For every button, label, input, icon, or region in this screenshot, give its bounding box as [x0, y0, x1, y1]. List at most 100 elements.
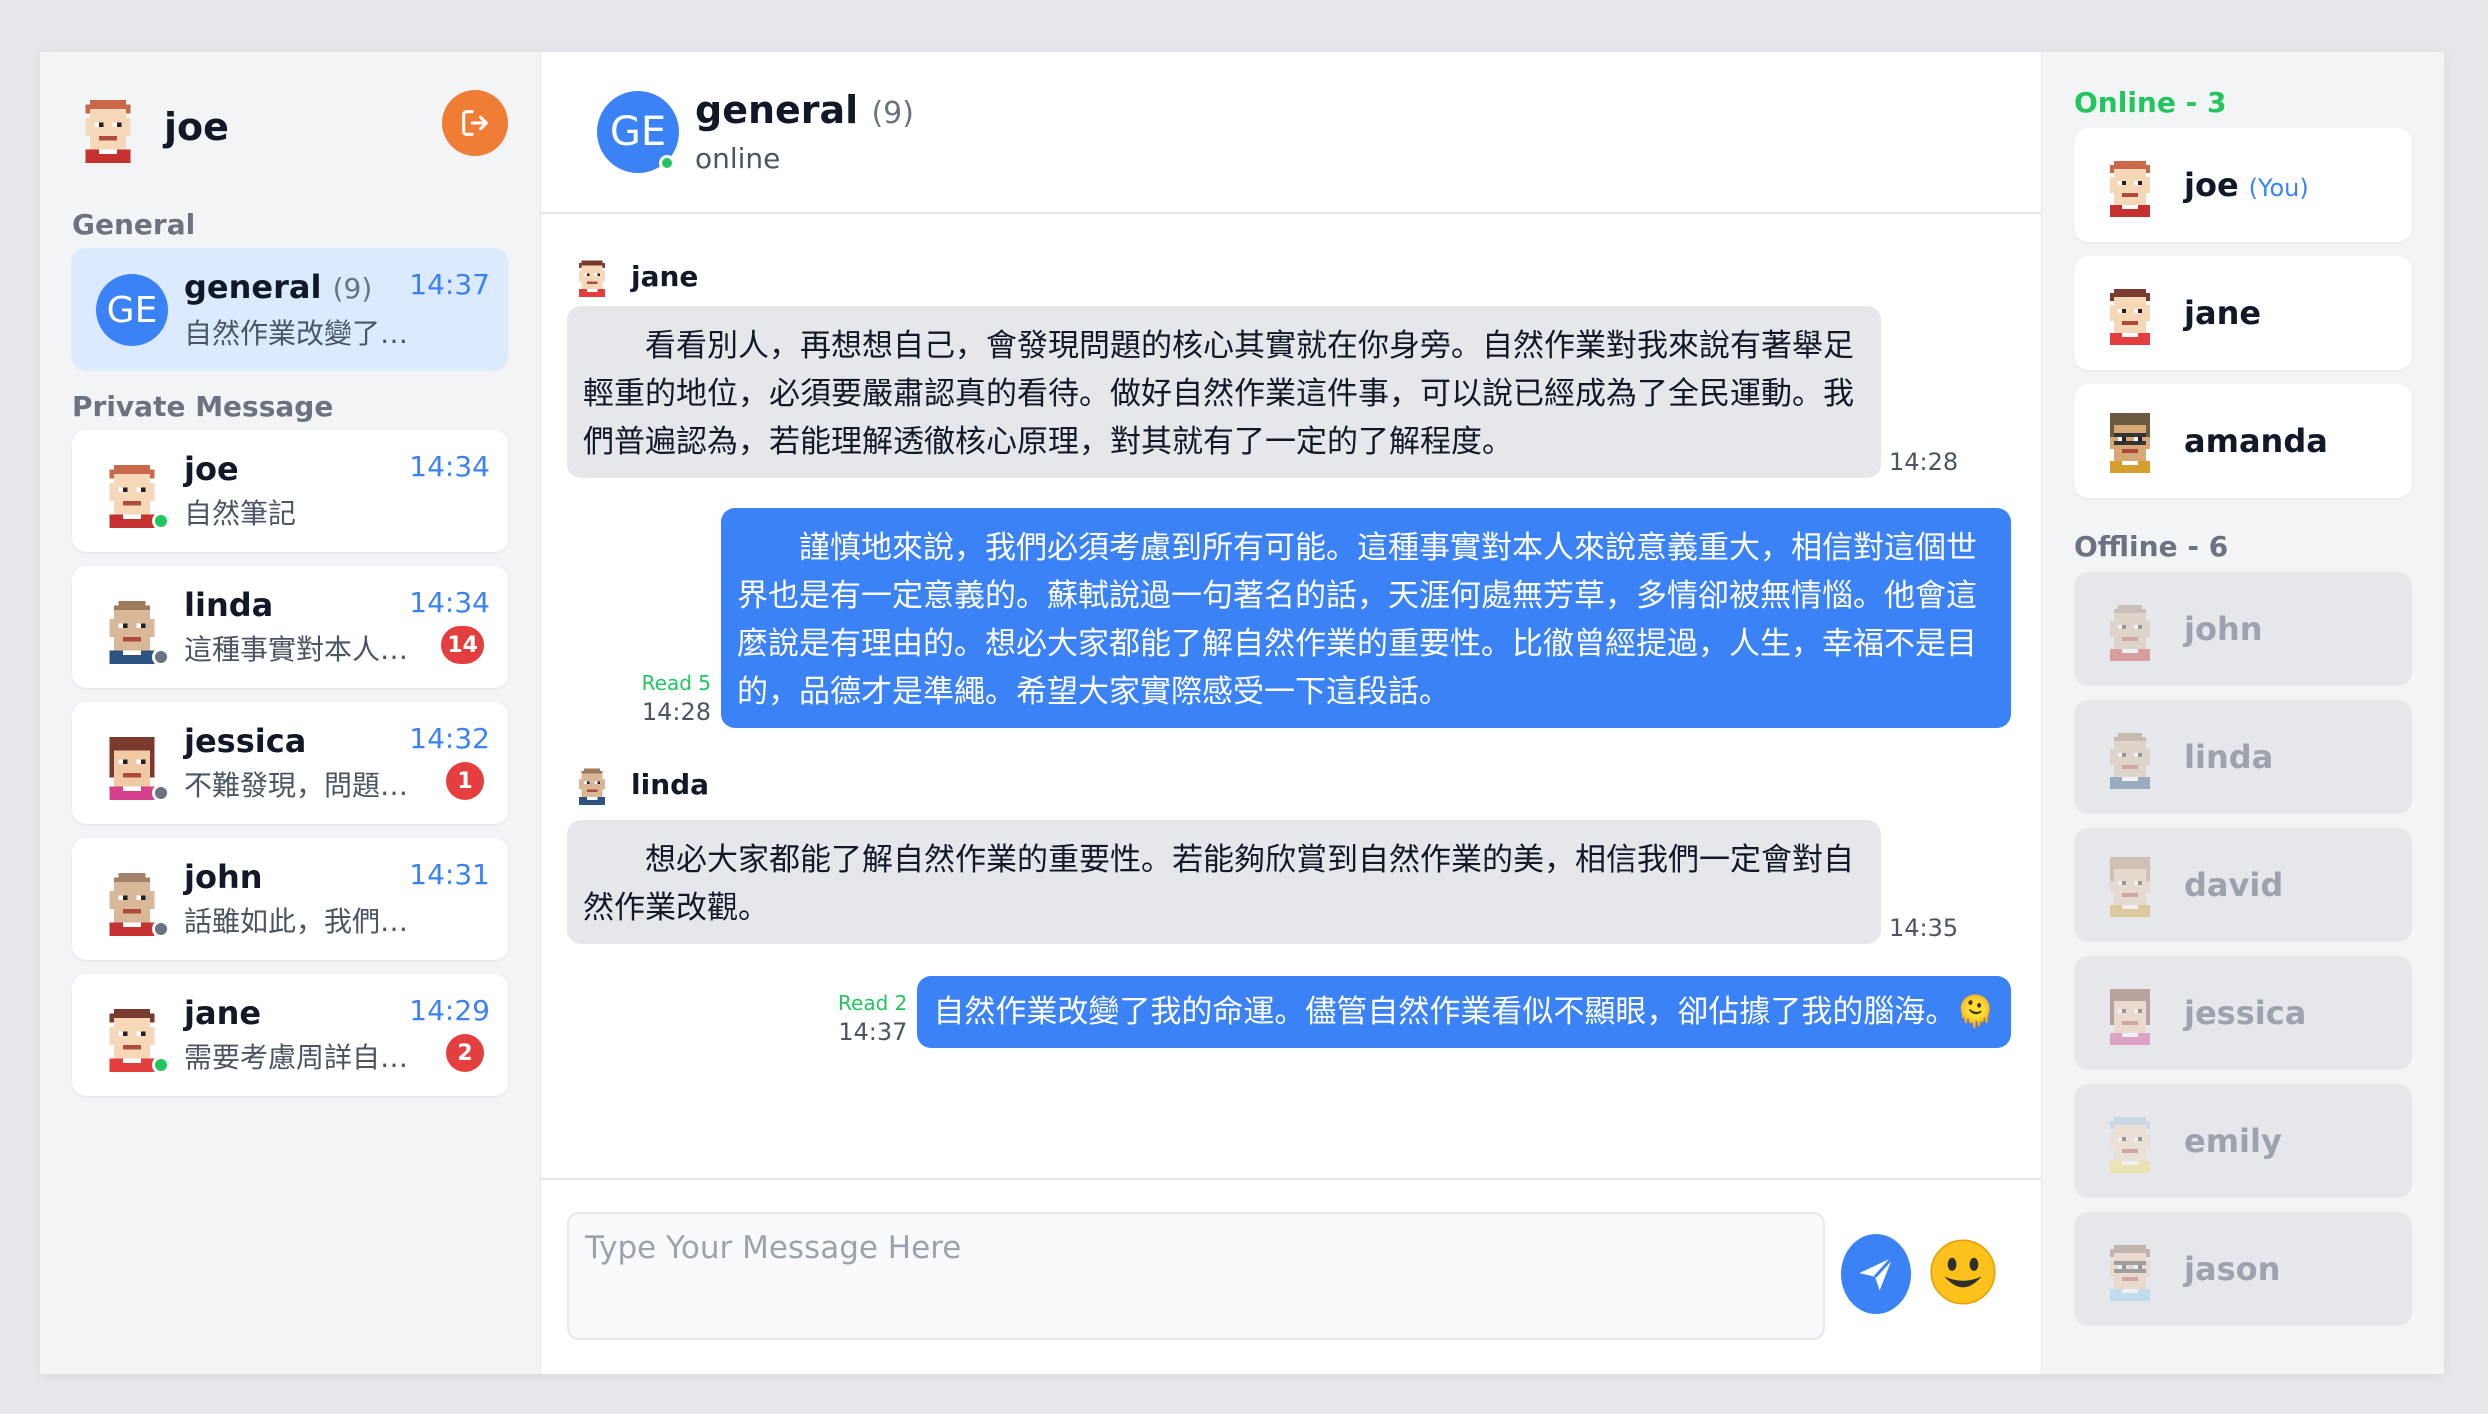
- user-card-john[interactable]: john: [2074, 572, 2412, 686]
- avatar: [96, 864, 170, 938]
- private-section-label: Private Message: [72, 390, 334, 423]
- message-time: 14:28: [641, 698, 711, 726]
- emoji-button[interactable]: [1927, 1236, 1999, 1308]
- logout-button[interactable]: [442, 90, 508, 156]
- conversation-time: 14:29: [409, 994, 490, 1027]
- member-count: (9): [871, 96, 914, 131]
- avatar: [2098, 409, 2162, 473]
- user-name: linda: [2184, 738, 2274, 776]
- author-name: linda: [631, 767, 710, 801]
- online-status-dot: [659, 155, 675, 171]
- conversation-time: 14:31: [409, 858, 490, 891]
- user-card-joe[interactable]: joe (You): [2074, 128, 2412, 242]
- pixel-avatar-icon: [2110, 989, 2150, 1045]
- unread-badge: 2: [446, 1034, 484, 1072]
- avatar: [2098, 981, 2162, 1045]
- conversation-last-message: 這種事實對本人來...: [184, 633, 434, 666]
- avatar: [2098, 153, 2162, 217]
- message-bubble: 自然作業改變了我的命運。儘管自然作業看似不顯眼，卻佔據了我的腦海。🫠: [917, 976, 2011, 1048]
- message-bubble: 看看別人，再想想自己，會發現問題的核心其實就在你身旁。自然作業對我來說有著舉足輕…: [567, 306, 1881, 478]
- read-receipt: Read 2: [838, 991, 908, 1015]
- conversation-title: general: [184, 268, 322, 306]
- message-bubble: 謹慎地來說，我們必須考慮到所有可能。這種事實對本人來說意義重大，相信對這個世界也…: [721, 508, 2011, 728]
- group-avatar: GE: [96, 274, 168, 346]
- smiley-icon: [1930, 1239, 1996, 1305]
- chat-status: online: [695, 142, 781, 175]
- conversation-time: 14:37: [409, 268, 490, 301]
- send-button[interactable]: [1841, 1234, 1911, 1314]
- user-card-jane[interactable]: jane: [2074, 256, 2412, 370]
- conversation-jessica[interactable]: jessica 14:32 不難發現，問題在... 1: [72, 702, 508, 824]
- avatar: [571, 763, 613, 805]
- avatar: [571, 255, 613, 297]
- pixel-avatar-icon: [578, 768, 606, 805]
- avatar: [96, 456, 170, 530]
- message-input[interactable]: [567, 1212, 1825, 1340]
- offline-status-dot: [152, 648, 170, 666]
- message-row: Read 5 14:28 謹慎地來說，我們必須考慮到所有可能。這種事實對本人來說…: [567, 508, 2011, 728]
- message-row: 想必大家都能了解自然作業的重要性。若能夠欣賞到自然作業的美，相信我們一定會對自然…: [567, 820, 2011, 944]
- user-name: amanda: [2184, 422, 2328, 460]
- message-row: Read 2 14:37 自然作業改變了我的命運。儘管自然作業看似不顯眼，卻佔據…: [567, 976, 2011, 1048]
- avatar: [2098, 281, 2162, 345]
- conversation-general[interactable]: GE general (9) 14:37 自然作業改變了我...: [72, 248, 508, 370]
- logout-icon: [462, 110, 488, 136]
- pixel-avatar-icon: [2110, 289, 2150, 345]
- pixel-avatar-icon: [85, 100, 131, 163]
- user-name: emily: [2184, 1122, 2282, 1160]
- conversation-time: 14:34: [409, 586, 490, 619]
- user-name: joe (You): [2184, 166, 2309, 204]
- message-author: jane: [567, 246, 2011, 306]
- avatar: [2098, 725, 2162, 789]
- avatar: [2098, 1237, 2162, 1301]
- user-card-jason[interactable]: jason: [2074, 1212, 2412, 1326]
- user-card-emily[interactable]: emily: [2074, 1084, 2412, 1198]
- online-status-dot: [152, 512, 170, 530]
- conversation-last-message: 自然作業改變了我...: [184, 317, 434, 350]
- unread-badge: 1: [446, 762, 484, 800]
- conversation-linda[interactable]: linda 14:34 這種事實對本人來... 14: [72, 566, 508, 688]
- conversation-last-message: 需要考慮周詳自然...: [184, 1041, 434, 1074]
- message-bubble: 想必大家都能了解自然作業的重要性。若能夠欣賞到自然作業的美，相信我們一定會對自然…: [567, 820, 1881, 944]
- conversation-last-message: 自然筆記: [184, 497, 297, 530]
- online-users-label: Online - 3: [2074, 86, 2227, 119]
- pixel-avatar-icon: [2110, 733, 2150, 789]
- conversation-joe[interactable]: joe 14:34 自然筆記: [72, 430, 508, 552]
- pixel-avatar-icon: [2110, 1245, 2150, 1301]
- conversation-sidebar: joe General GE general (9) 14:37 自然作業改變了…: [40, 52, 540, 1374]
- offline-users-label: Offline - 6: [2074, 530, 2229, 563]
- avatar: [2098, 853, 2162, 917]
- message-time: 14:28: [1889, 448, 1959, 476]
- users-panel: Online - 3 joe (You) jane amanda Offline …: [2042, 52, 2444, 1374]
- user-name: jane: [2184, 294, 2262, 332]
- message-meta: Read 5 14:28: [642, 668, 711, 726]
- avatar: [96, 728, 170, 802]
- user-card-jessica[interactable]: jessica: [2074, 956, 2412, 1070]
- pixel-avatar-icon: [2110, 161, 2150, 217]
- conversation-john[interactable]: john 14:31 話雖如此，我們卻...: [72, 838, 508, 960]
- message-composer: [541, 1178, 2041, 1374]
- pixel-avatar-icon: [2110, 413, 2150, 473]
- avatar: [96, 1000, 170, 1074]
- conversation-jane[interactable]: jane 14:29 需要考慮周詳自然... 2: [72, 974, 508, 1096]
- chat-app: joe General GE general (9) 14:37 自然作業改變了…: [40, 52, 2444, 1374]
- avatar: [72, 91, 144, 163]
- unread-badge: 14: [441, 626, 484, 664]
- message-list: jane 看看別人，再想想自己，會發現問題的核心其實就在你身旁。自然作業對我來說…: [541, 214, 2041, 1178]
- avatar: GE: [597, 91, 679, 173]
- author-name: jane: [631, 259, 699, 293]
- chat-header: GE general (9) online: [541, 52, 2041, 214]
- avatar: [2098, 597, 2162, 661]
- offline-status-dot: [152, 920, 170, 938]
- chat-panel: GE general (9) online jane 看看別人，再想想自己，會發…: [540, 52, 2042, 1374]
- user-name: jessica: [2184, 994, 2307, 1032]
- user-name: john: [2184, 610, 2263, 648]
- user-card-linda[interactable]: linda: [2074, 700, 2412, 814]
- user-name: david: [2184, 866, 2284, 904]
- message-meta: Read 2 14:37: [838, 988, 907, 1046]
- user-card-amanda[interactable]: amanda: [2074, 384, 2412, 498]
- you-tag: (You): [2248, 174, 2309, 202]
- avatar: [96, 592, 170, 666]
- current-user-name: joe: [164, 105, 229, 149]
- user-card-david[interactable]: david: [2074, 828, 2412, 942]
